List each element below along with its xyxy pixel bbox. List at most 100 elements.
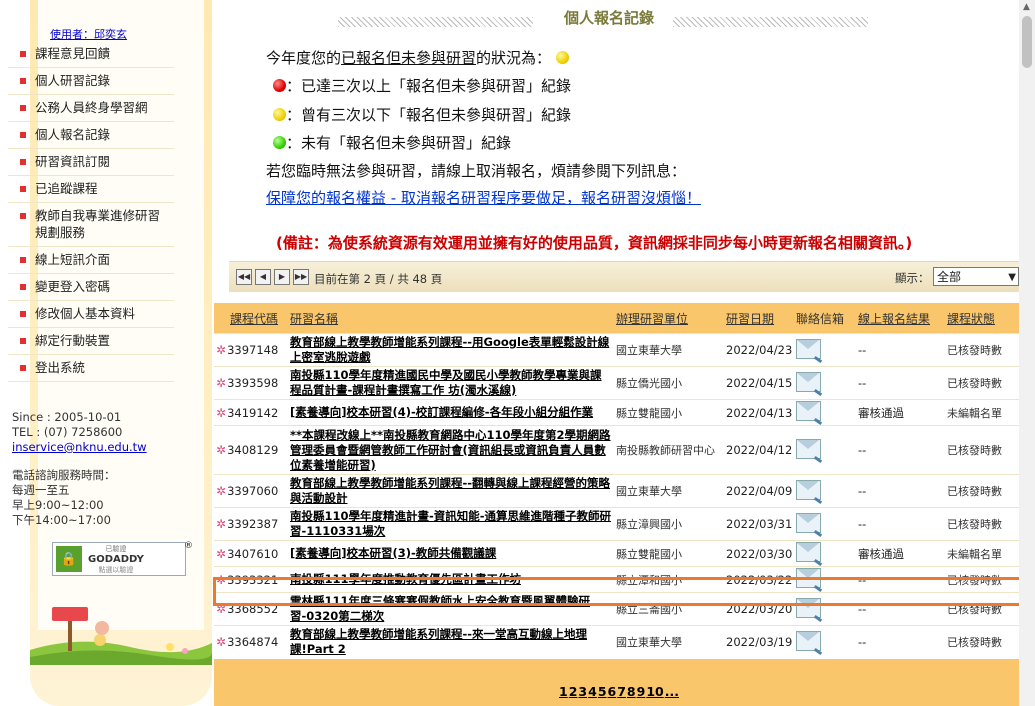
next-page-button[interactable]: ▶ xyxy=(274,269,290,285)
course-name-cell: [素養導向]校本研習(4)-校訂課程編修-各年段小組分組作業 xyxy=(286,399,612,426)
sidebar-menu-label: 課程意見回饋 xyxy=(35,46,111,61)
mail-icon[interactable] xyxy=(796,371,821,392)
page-link[interactable]: 4 xyxy=(588,684,597,699)
sidebar-menu-item[interactable]: 研習資訊訂閱 xyxy=(8,149,174,176)
page-link[interactable]: 6 xyxy=(608,684,617,699)
register-result: -- xyxy=(854,507,943,541)
scroll-thumb[interactable] xyxy=(1022,16,1032,68)
course-name-link[interactable]: 教育部線上教學教師增能系列課程--用Google表單輕鬆設計線上密室逃脫遊戲 xyxy=(290,335,612,365)
page-link[interactable]: 7 xyxy=(617,684,626,699)
page-link[interactable]: 9 xyxy=(637,684,646,699)
red-dot-icon xyxy=(273,79,286,92)
sidebar-menu-item[interactable]: 變更登入密碼 xyxy=(8,274,174,301)
register-result: -- xyxy=(854,425,943,475)
sidebar-menu-label: 變更登入密碼 xyxy=(35,279,111,294)
sidebar-menu-item[interactable]: 修改個人基本資料 xyxy=(8,301,174,328)
page-link[interactable]: 2 xyxy=(569,684,578,699)
sidebar-menu-item[interactable]: 公務人員終身學習網 xyxy=(8,95,174,122)
mail-cell xyxy=(792,425,854,475)
mail-icon[interactable] xyxy=(796,512,821,533)
godaddy-seal[interactable]: 🔒 已驗證 GODADDY 點選以驗證 xyxy=(52,542,186,576)
register-result: -- xyxy=(854,366,943,400)
sidebar-menu-item[interactable]: 線上短訊介面 xyxy=(8,247,174,274)
course-name-link[interactable]: [素養導向]校本研習(4)-校訂課程編修-各年段小組分組作業 xyxy=(290,405,612,420)
col-status[interactable]: 課程狀態 xyxy=(943,303,1019,334)
course-code: ✲3392387 xyxy=(214,507,286,541)
course-name-cell: 教育部線上教學教師增能系列課程--翻轉與線上課程經營的策略與活動設計 xyxy=(286,474,612,508)
prev-page-button[interactable]: ◀ xyxy=(255,269,271,285)
sidebar-menu-item[interactable]: 已追蹤課程 xyxy=(8,176,174,203)
mail-icon[interactable] xyxy=(796,630,821,651)
display-select[interactable]: 全部 ▼ xyxy=(933,267,1019,286)
status-intro: 今年度您的已報名但未參與研習的狀況為： xyxy=(266,47,569,68)
page-link[interactable]: 5 xyxy=(598,684,607,699)
page-link[interactable]: ... xyxy=(665,684,679,699)
hours-line: 電話諮詢服務時間： xyxy=(12,468,116,482)
page-link[interactable]: 3 xyxy=(578,684,587,699)
course-name-link[interactable]: 南投縣110學年度精進國民中學及國民小學教師教學專業與課程品質計畫-課程計畫撰寫… xyxy=(290,368,612,398)
bullet-icon xyxy=(20,186,26,192)
col-name[interactable]: 研習名稱 xyxy=(286,303,612,334)
cancel-guide-link[interactable]: 保障您的報名權益 - 取消報名研習程序要做足，報名研習沒煩惱！ xyxy=(266,187,701,208)
hours-line: 下午14:00~17:00 xyxy=(12,513,111,527)
chevron-down-icon: ▼ xyxy=(1008,272,1016,283)
col-date[interactable]: 研習日期 xyxy=(722,303,792,334)
mail-icon[interactable] xyxy=(796,338,821,359)
scroll-up-icon[interactable]: ▲ xyxy=(1023,2,1030,12)
page-link[interactable]: 1 xyxy=(559,684,568,699)
course-date: 2022/03/31 xyxy=(722,507,792,541)
col-code[interactable]: 課程代碼 xyxy=(214,303,286,334)
first-page-button[interactable]: ◀◀ xyxy=(236,269,252,285)
sidebar-menu-item[interactable]: 教師自我專業進修研習規劃服務 xyxy=(8,203,174,247)
sidebar-menu-item[interactable]: 綁定行動裝置 xyxy=(8,328,174,355)
course-name-link[interactable]: [素養導向]校本研習(3)-教師共備觀議課 xyxy=(290,546,612,561)
hours-line: 每週一至五 xyxy=(12,483,70,497)
scrollbar[interactable]: ▲ xyxy=(1019,0,1035,706)
last-page-button[interactable]: ▶▶ xyxy=(293,269,309,285)
course-status: 已核發時數 xyxy=(943,366,1019,400)
col-unit[interactable]: 辦理研習單位 xyxy=(612,303,722,334)
mail-cell xyxy=(792,474,854,508)
course-name-cell: **本課程改線上**南投縣教育網路中心110學年度第2學期網路管理委員會暨網管教… xyxy=(286,425,612,475)
seal-brand: GODADDY xyxy=(88,553,144,565)
course-name-link[interactable]: 南投縣110學年度精進計畫-資訊知能-通算思維進階種子教師研習-1110331場… xyxy=(290,509,612,539)
table-row: ✲3419142 [素養導向]校本研習(4)-校訂課程編修-各年段小組分組作業 縣立… xyxy=(214,399,1019,426)
sidebar-menu-label: 修改個人基本資料 xyxy=(35,306,136,321)
sidebar-menu-item[interactable]: 登出系統 xyxy=(8,355,174,382)
course-unit: 縣立漳興國小 xyxy=(612,507,722,541)
table-row: ✲3397148 教育部線上教學教師增能系列課程--用Google表單輕鬆設計線上… xyxy=(214,333,1019,367)
mail-icon[interactable] xyxy=(796,479,821,500)
course-name-cell: [素養導向]校本研習(3)-教師共備觀議課 xyxy=(286,540,612,567)
title-stripe-right xyxy=(673,17,868,27)
mail-icon[interactable] xyxy=(796,401,821,421)
flower-icon: ✲ xyxy=(216,343,227,357)
mail-icon[interactable] xyxy=(796,542,821,562)
course-status: 已核發時數 xyxy=(943,425,1019,475)
cancel-note: 若您臨時無法參與研習，請線上取消報名，煩請參閱下列訊息： xyxy=(266,162,687,180)
mail-cell xyxy=(792,507,854,541)
email-link[interactable]: inservice@nknu.edu.tw xyxy=(12,440,147,454)
sidebar-menu-item[interactable]: 個人報名記錄 xyxy=(8,122,174,149)
course-name-link[interactable]: 教育部線上教學教師增能系列課程--來一堂高互動線上地理課!Part 2 xyxy=(290,627,612,657)
bullet-icon xyxy=(20,365,26,371)
course-unit: 國立東華大學 xyxy=(612,474,722,508)
bullet-icon xyxy=(20,132,26,138)
course-name-link[interactable]: **本課程改線上**南投縣教育網路中心110學年度第2學期網路管理委員會暨網管教… xyxy=(290,428,612,473)
table-row: ✲3393598 南投縣110學年度精進國民中學及國民小學教師教學專業與課程品質計… xyxy=(214,366,1019,400)
user-name[interactable]: 使用者：邱奕玄 xyxy=(50,26,127,42)
bullet-icon xyxy=(20,159,26,165)
course-name-link[interactable]: 教育部線上教學教師增能系列課程--翻轉與線上課程經營的策略與活動設計 xyxy=(290,476,612,506)
mail-cell xyxy=(792,333,854,367)
legend-red: ：已達三次以上「報名但未參與研習」紀錄 xyxy=(273,75,571,96)
course-name-cell: 南投縣110學年度精進計畫-資訊知能-通算思維進階種子教師研習-1110331場… xyxy=(286,507,612,541)
page-link[interactable]: 10 xyxy=(646,684,663,699)
bullet-icon xyxy=(20,78,26,84)
page-link[interactable]: 8 xyxy=(627,684,636,699)
legend-red-text: ：已達三次以上「報名但未參與研習」紀錄 xyxy=(286,77,572,95)
register-result: -- xyxy=(854,625,943,659)
sidebar-menu-item[interactable]: 課程意見回饋 xyxy=(8,41,174,68)
flower-icon: ✲ xyxy=(216,517,227,531)
col-result[interactable]: 線上報名結果 xyxy=(854,303,943,334)
mail-icon[interactable] xyxy=(796,438,821,459)
sidebar-menu-item[interactable]: 個人研習記錄 xyxy=(8,68,174,95)
